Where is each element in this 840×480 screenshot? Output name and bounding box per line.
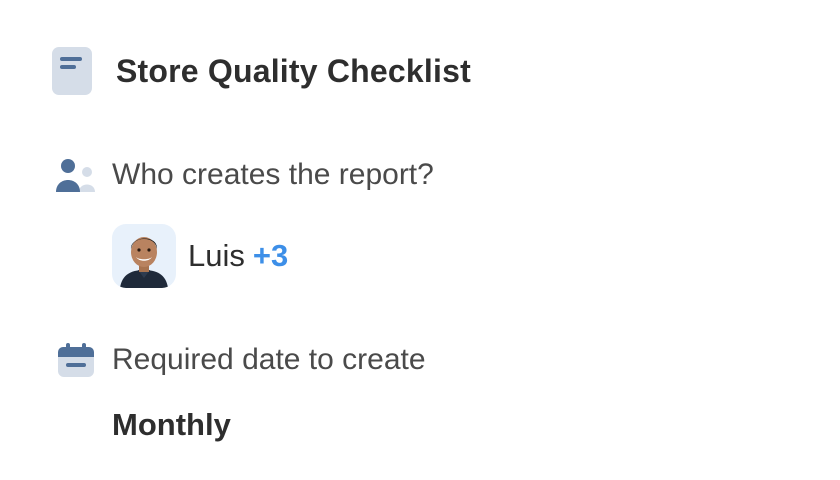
- date-label: Required date to create: [112, 343, 426, 376]
- creator-name: Luis: [188, 238, 245, 273]
- checklist-header: Store Quality Checklist: [52, 47, 471, 95]
- page-title: Store Quality Checklist: [116, 52, 471, 89]
- more-creators-count[interactable]: +3: [253, 238, 288, 274]
- creators-label: Who creates the report?: [112, 158, 434, 191]
- date-section-header: Required date to create: [56, 343, 426, 377]
- calendar-icon: [58, 343, 94, 377]
- creators-section-header: Who creates the report?: [56, 158, 434, 192]
- document-icon: [52, 47, 92, 95]
- avatar: [112, 224, 176, 288]
- frequency-value: Monthly: [112, 407, 231, 442]
- users-icon: [56, 159, 95, 192]
- creator-assignees[interactable]: Luis +3: [112, 224, 288, 288]
